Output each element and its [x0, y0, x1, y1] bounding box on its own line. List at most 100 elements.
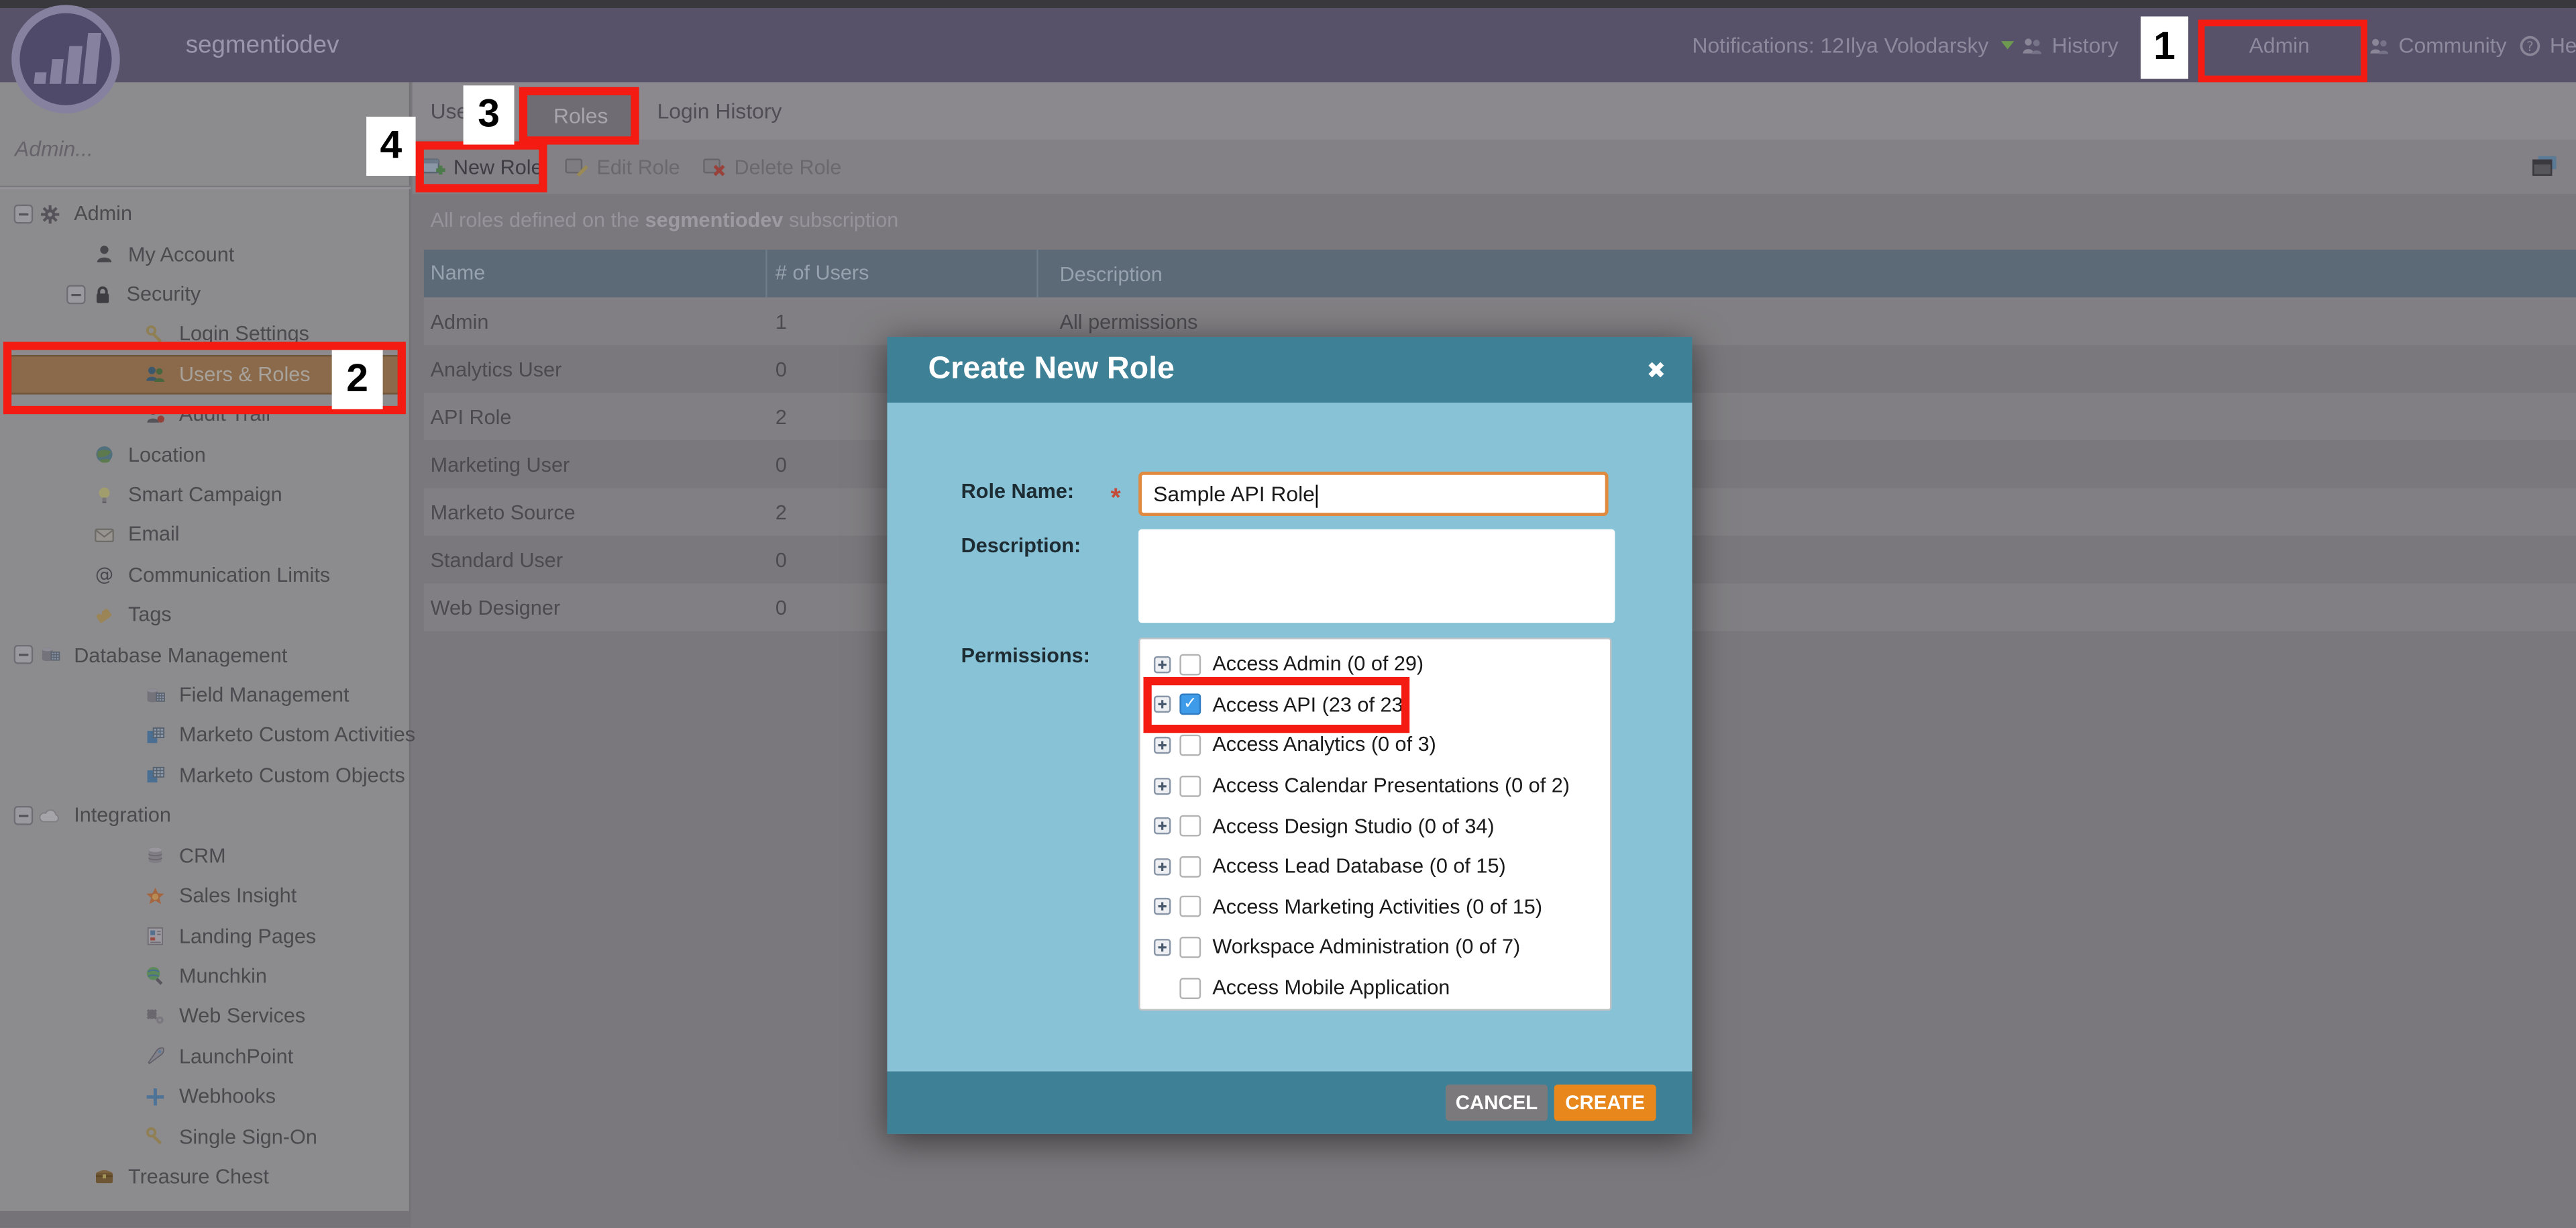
sidebar-item-marketo-custom-objects[interactable]: Marketo Custom Objects [0, 756, 411, 796]
collapse-icon[interactable] [13, 203, 35, 225]
sidebar-item-database-management[interactable]: Database Management [0, 635, 411, 675]
permission-checkbox[interactable] [1179, 815, 1201, 837]
keys-icon [145, 1126, 166, 1147]
info-prefix: All roles defined on the [431, 209, 645, 232]
collapse-icon[interactable] [66, 283, 87, 305]
gear-icon [40, 203, 61, 225]
sidebar-item-crm[interactable]: CRM [0, 835, 411, 876]
sidebar-item-marketo-custom-activities[interactable]: Marketo Custom Activities [0, 715, 411, 756]
cell-description: All permissions [1038, 310, 2576, 333]
edit-role-button[interactable]: Edit Role [566, 155, 680, 178]
tag-icon [94, 605, 115, 626]
sidebar-item-tags[interactable]: Tags [0, 595, 411, 635]
expand-icon[interactable] [1153, 817, 1171, 835]
dialog-body: Role Name: * Sample API Role Description… [887, 403, 1692, 1072]
db-icon [145, 845, 166, 866]
sidebar-item-admin[interactable]: Admin [0, 194, 411, 234]
expand-icon[interactable] [1153, 736, 1171, 754]
permission-checkbox[interactable] [1179, 977, 1201, 999]
permission-checkbox[interactable] [1179, 856, 1201, 877]
permission-label: Workspace Administration (0 of 7) [1212, 936, 1520, 959]
role-name-input[interactable]: Sample API Role [1138, 472, 1608, 516]
expand-icon[interactable] [1153, 776, 1171, 795]
globemag-icon [145, 966, 166, 987]
permission-workspace-administration-0-of-7[interactable]: Workspace Administration (0 of 7) [1140, 927, 1610, 968]
user-menu[interactable]: Ilya Volodarsky [1845, 8, 2015, 82]
envelope-icon [94, 524, 115, 546]
permission-checkbox[interactable] [1179, 735, 1201, 756]
cell-name: Marketing User [424, 453, 767, 476]
annotation-badge-4: 4 [366, 117, 415, 176]
expand-icon[interactable] [1153, 656, 1171, 674]
permission-checkbox[interactable] [1179, 775, 1201, 797]
permission-checkbox[interactable] [1179, 937, 1201, 958]
permission-checkbox[interactable] [1179, 897, 1201, 918]
sidebar-item-security[interactable]: Security [0, 274, 411, 315]
sidebar-item-location[interactable]: Location [0, 435, 411, 475]
window-top-strip [0, 0, 2576, 8]
permission-label: Access Marketing Activities (0 of 15) [1212, 895, 1542, 918]
sidebar-item-integration[interactable]: Integration [0, 796, 411, 836]
edit-role-icon [566, 156, 590, 178]
dialog-title: Create New Role [928, 337, 1175, 403]
sidebar-item-my-account[interactable]: My Account [0, 234, 411, 274]
sidebar-item-label: Admin [74, 203, 132, 225]
rocket-icon [145, 1045, 166, 1067]
collapse-icon[interactable] [13, 805, 35, 827]
sidebar-item-treasure-chest[interactable]: Treasure Chest [0, 1156, 411, 1196]
sidebar-item-landing-pages[interactable]: Landing Pages [0, 916, 411, 956]
expand-icon[interactable] [1153, 898, 1171, 916]
history-menu[interactable]: History [2021, 8, 2118, 82]
permission-access-marketing-activities-0-of-15[interactable]: Access Marketing Activities (0 of 15) [1140, 886, 1610, 927]
cancel-button[interactable]: CANCEL [1446, 1084, 1548, 1121]
create-button[interactable]: CREATE [1554, 1084, 1656, 1121]
cell-name: Admin [424, 310, 767, 333]
close-icon[interactable]: ✖ [1647, 337, 1666, 403]
annotation-box-new-role [416, 142, 547, 193]
permission-access-calendar-presentations-0-of-2[interactable]: Access Calendar Presentations (0 of 2) [1140, 766, 1610, 806]
sidebar-item-munchkin[interactable]: Munchkin [0, 956, 411, 996]
column-header-name[interactable]: Name [424, 250, 767, 297]
description-textarea[interactable] [1138, 529, 1615, 623]
notifications-menu[interactable]: Notifications: 12 [1692, 8, 1844, 82]
collapse-icon[interactable] [13, 644, 35, 666]
info-suffix: subscription [783, 209, 898, 232]
sidebar-item-label: Field Management [179, 684, 350, 707]
help-menu[interactable]: ? Help [2518, 8, 2576, 82]
permission-access-lead-database-0-of-15[interactable]: Access Lead Database (0 of 15) [1140, 846, 1610, 886]
topbar: segmentiodev Notifications: 12 Ilya Volo… [0, 8, 2576, 82]
community-menu[interactable]: Community [2367, 8, 2507, 82]
gears-icon [145, 1005, 166, 1027]
annotation-box-roles-tab [519, 87, 639, 145]
panel-layout-icon[interactable] [2532, 154, 2558, 177]
column-header-description[interactable]: Description [1038, 262, 2576, 285]
sidebar-item-field-management[interactable]: Field Management [0, 675, 411, 715]
permission-access-design-studio-0-of-34[interactable]: Access Design Studio (0 of 34) [1140, 806, 1610, 846]
sidebar-item-sales-insight[interactable]: Sales Insight [0, 876, 411, 916]
delete-role-button[interactable]: Delete Role [703, 155, 842, 178]
sidebar-filter-input[interactable]: Admin... [15, 136, 396, 172]
sidebar-item-communication-limits[interactable]: @Communication Limits [0, 555, 411, 595]
community-label: Community [2399, 8, 2507, 82]
sidebar-item-single-sign-on[interactable]: Single Sign-On [0, 1117, 411, 1157]
annotation-box-admin [2198, 19, 2367, 82]
dbgrid-icon [145, 684, 166, 706]
svg-text:@: @ [95, 565, 113, 586]
tab-login-history[interactable]: Login History [657, 82, 782, 140]
required-asterisk: * [1111, 484, 1121, 514]
annotation-box-access-api [1143, 677, 1409, 733]
annotation-badge-3: 3 [464, 85, 515, 144]
cell-name: API Role [424, 405, 767, 428]
description-label: Description: [961, 534, 1081, 557]
sidebar-item-webhooks[interactable]: Webhooks [0, 1076, 411, 1117]
column-header-users[interactable]: # of Users [767, 250, 1038, 297]
permission-checkbox[interactable] [1179, 654, 1201, 675]
expand-icon[interactable] [1153, 938, 1171, 956]
permission-access-mobile-application[interactable]: Access Mobile Application [1140, 968, 1610, 1008]
sidebar-item-label: Tags [128, 603, 172, 626]
sidebar-item-smart-campaign[interactable]: Smart Campaign [0, 474, 411, 515]
sidebar-item-launchpoint[interactable]: LaunchPoint [0, 1036, 411, 1076]
sidebar-item-email[interactable]: Email [0, 515, 411, 555]
expand-icon[interactable] [1153, 858, 1171, 876]
sidebar-item-web-services[interactable]: Web Services [0, 996, 411, 1036]
